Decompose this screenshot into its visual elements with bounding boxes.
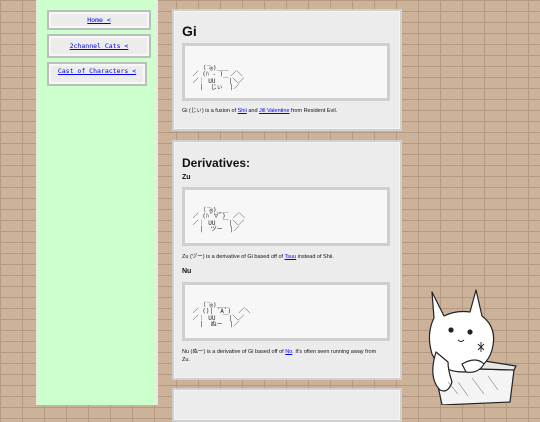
- nav-home-button[interactable]: Home <: [47, 10, 151, 30]
- nav-home-link[interactable]: Home <: [87, 16, 110, 24]
- nav-2channel-cats-link[interactable]: 2channel Cats <: [70, 42, 129, 50]
- shii-link[interactable]: Shii: [238, 108, 247, 114]
- nu-description: Nu (ぬー) is a derivative of Gi based off …: [182, 349, 377, 363]
- gi-ascii-art: _ （ ◎)＿＿ ／ (ﾊ ‐ ) ／＼ ／｜ UU ￣|＼／ | じぃ |／: [192, 59, 245, 91]
- next-panel: [172, 388, 402, 422]
- nu-aa-box: _ （ ◎)＿＿ ／ ()| ´A`) ／＼ ／｜ UU ￣|＼／ | ぬー |…: [182, 282, 390, 341]
- gi-aa-box: _ （ ◎)＿＿ ／ (ﾊ ‐ ) ／＼ ／｜ UU ￣|＼／ | じぃ |／: [182, 43, 390, 101]
- zu-ascii-art: _ （ ◎)＿＿ ／ (ﾊ ﾟ∀ﾟ) ／＼ ／｜ UU ￣|＼／ | ヅー |／: [192, 201, 246, 233]
- sidebar: Home < 2channel Cats < Cast of Character…: [36, 0, 158, 405]
- cat-in-box-illustration: [428, 289, 517, 405]
- jill-valentine-link[interactable]: Jill Valentine: [259, 108, 289, 114]
- tsuu-link[interactable]: Tsuu: [285, 254, 297, 260]
- nav-2channel-cats-button[interactable]: 2channel Cats <: [47, 34, 151, 58]
- gi-title: Gi: [182, 23, 197, 39]
- zu-description: Zu (ヅー) is a derivative of Gi based off …: [182, 254, 334, 260]
- zu-heading: Zu: [182, 174, 191, 181]
- nu-heading: Nu: [182, 268, 192, 275]
- gi-panel: Gi _ （ ◎)＿＿ ／ (ﾊ ‐ ) ／＼ ／｜ UU ￣|＼／ | じぃ …: [172, 9, 402, 131]
- derivatives-title: Derivatives:: [182, 156, 251, 170]
- zu-aa-box: _ （ ◎)＿＿ ／ (ﾊ ﾟ∀ﾟ) ／＼ ／｜ UU ￣|＼／ | ヅー |／: [182, 187, 390, 246]
- gi-description: Gi (じぃ) is a fusion of Shii and Jill Val…: [182, 108, 338, 114]
- nav-cast-button[interactable]: Cast of Characters <: [47, 62, 147, 86]
- nu-ascii-art: _ （ ◎)＿＿ ／ ()| ´A`) ／＼ ／｜ UU ￣|＼／ | ぬー |…: [192, 296, 251, 328]
- nav-cast-link[interactable]: Cast of Characters <: [58, 67, 136, 75]
- derivatives-panel: Derivatives: Zu _ （ ◎)＿＿ ／ (ﾊ ﾟ∀ﾟ) ／＼ ／｜…: [172, 140, 402, 380]
